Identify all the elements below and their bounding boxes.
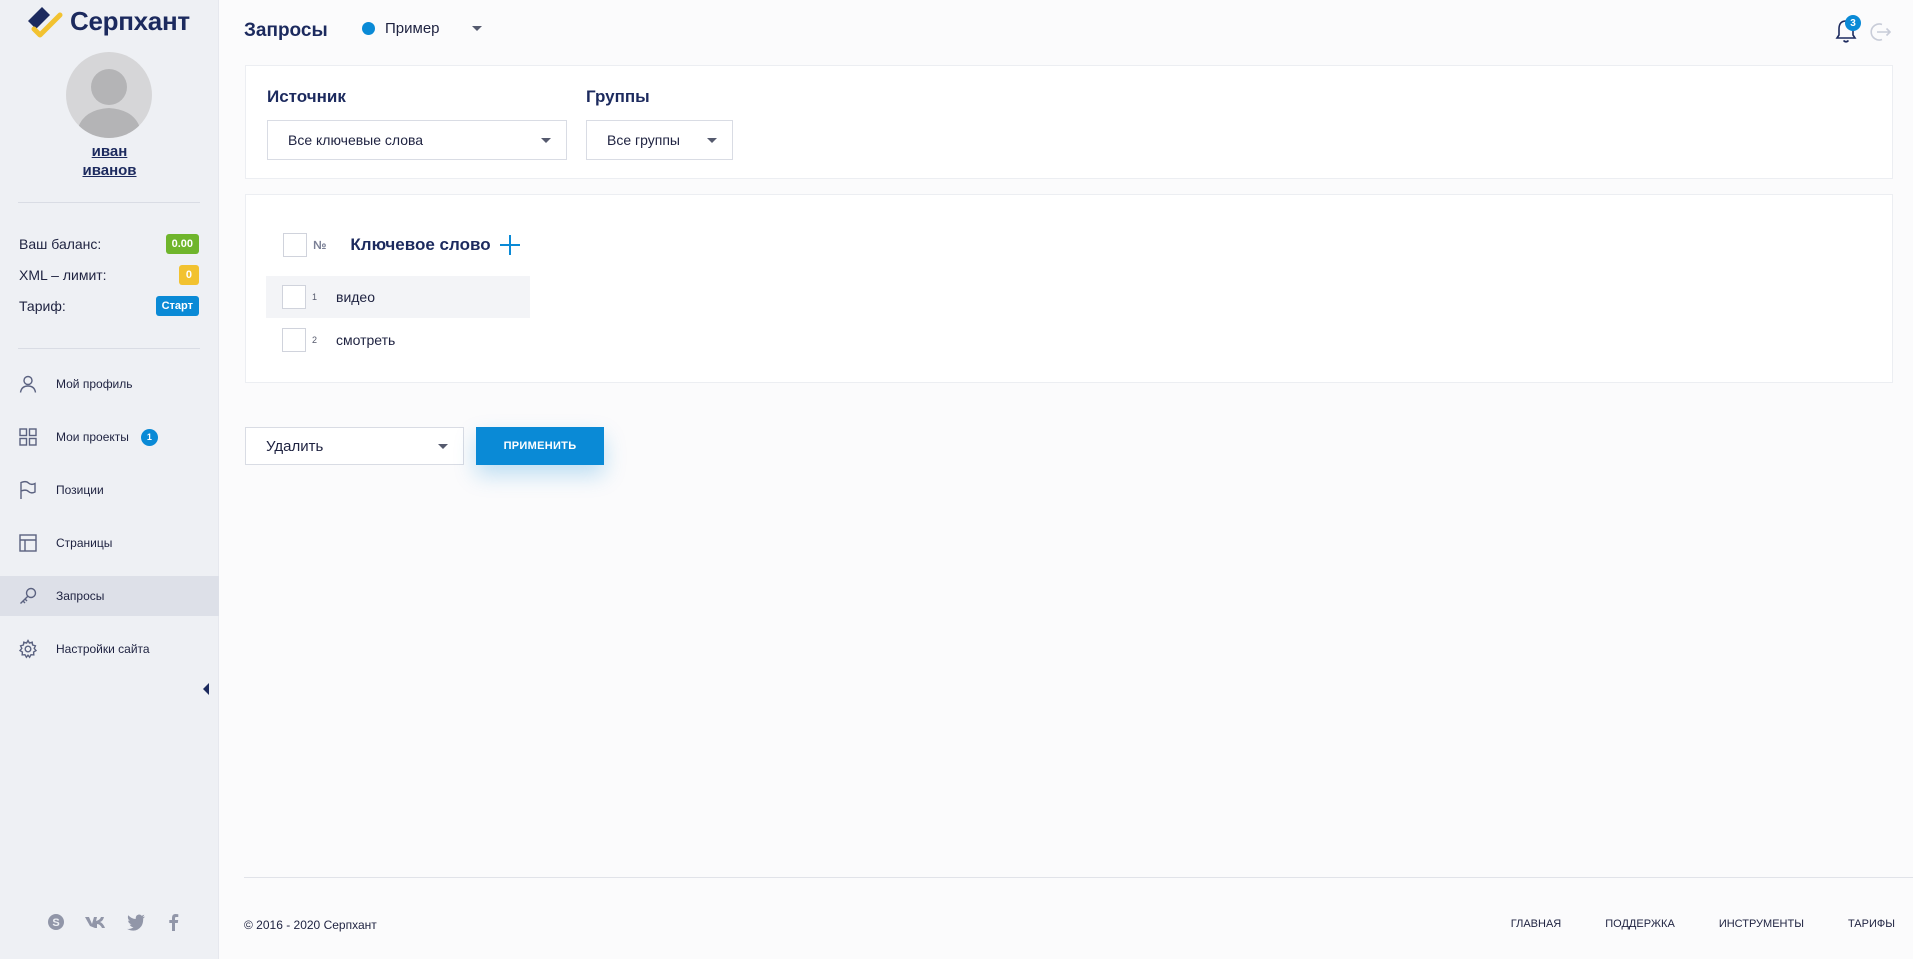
row-checkbox[interactable] [282, 285, 306, 309]
notifications-badge: 3 [1845, 15, 1861, 31]
table-header: № Ключевое слово [283, 233, 521, 257]
bulk-action-value: Удалить [266, 437, 324, 455]
source-select[interactable]: Все ключевые слова [267, 120, 567, 160]
logout-icon[interactable] [1868, 20, 1892, 44]
skype-icon[interactable]: S [46, 912, 66, 932]
select-all-checkbox[interactable] [283, 233, 307, 257]
flag-icon [20, 480, 36, 499]
xml-limit-stat: XML – лимит: 0 [19, 264, 199, 286]
svg-text:S: S [52, 917, 59, 929]
footer-link-support[interactable]: ПОДДЕРЖКА [1605, 918, 1675, 930]
source-label: Источник [267, 87, 346, 106]
footer-divider [244, 877, 1913, 878]
copyright-text: © 2016 - 2020 Серпхант [244, 918, 377, 932]
sidebar-item-label: Мои проекты [56, 430, 129, 444]
collapse-sidebar-icon[interactable] [203, 683, 209, 695]
sidebar-item-profile[interactable]: Мой профиль [0, 364, 219, 404]
table-row[interactable]: 1 видео [266, 276, 530, 318]
logo-text: Серпхант [70, 5, 190, 36]
footer-link-tools[interactable]: ИНСТРУМЕНТЫ [1719, 918, 1804, 930]
user-last-name: иванов [82, 162, 137, 179]
grid-icon [19, 428, 37, 446]
logo-icon [28, 7, 63, 38]
social-links: S [46, 912, 184, 932]
gear-icon [18, 639, 38, 659]
column-header-number: № [313, 238, 327, 252]
sidebar-divider [18, 348, 200, 349]
balance-label: Ваш баланс: [19, 236, 102, 252]
project-status-dot [362, 22, 375, 35]
avatar[interactable] [66, 52, 152, 138]
sidebar-divider [18, 202, 200, 203]
user-name-link[interactable]: иван иванов [0, 142, 219, 180]
balance-stat: Ваш баланс: 0.00 [19, 233, 199, 255]
sidebar: Серпхант иван иванов Ваш баланс: 0.00 XM… [0, 0, 219, 959]
sidebar-item-label: Позиции [56, 483, 104, 497]
avatar-placeholder-icon [76, 69, 142, 138]
sidebar-item-label: Мой профиль [56, 377, 133, 391]
add-keyword-icon[interactable] [499, 234, 521, 256]
vk-icon[interactable] [84, 912, 108, 932]
sidebar-item-label: Запросы [56, 589, 105, 603]
logo[interactable]: Серпхант [24, 2, 190, 40]
projects-count-badge: 1 [140, 428, 158, 446]
row-number: 2 [312, 335, 318, 345]
layout-icon [19, 534, 37, 552]
project-name: Пример [385, 20, 440, 37]
filters-card: Источник Все ключевые слова Группы Все г… [245, 65, 1893, 179]
chevron-down-icon [541, 137, 551, 143]
page-title: Запросы [244, 20, 328, 41]
tariff-badge[interactable]: Старт [155, 296, 199, 316]
table-row[interactable]: 2 смотреть [266, 319, 530, 361]
groups-label: Группы [586, 87, 650, 106]
facebook-icon[interactable] [164, 912, 184, 932]
row-number: 1 [312, 292, 318, 302]
sidebar-item-label: Настройки сайта [56, 642, 150, 656]
groups-select-value: Все группы [607, 132, 680, 148]
row-checkbox[interactable] [282, 328, 306, 352]
key-icon [20, 587, 37, 604]
xml-limit-label: XML – лимит: [19, 267, 107, 283]
user-first-name: иван [91, 143, 128, 160]
chevron-down-icon [707, 137, 717, 143]
tariff-stat: Тариф: Старт [19, 295, 199, 317]
sidebar-item-projects[interactable]: Мои проекты 1 [0, 417, 219, 457]
sidebar-item-site-settings[interactable]: Настройки сайта [0, 629, 219, 669]
chevron-down-icon [438, 443, 448, 449]
row-keyword: смотреть [336, 332, 396, 348]
user-icon [19, 375, 37, 393]
balance-badge: 0.00 [165, 234, 199, 254]
footer-link-tariffs[interactable]: ТАРИФЫ [1848, 918, 1895, 930]
footer-nav: ГЛАВНАЯ ПОДДЕРЖКА ИНСТРУМЕНТЫ ТАРИФЫ [1511, 918, 1895, 930]
tariff-label: Тариф: [19, 298, 66, 314]
sidebar-item-queries[interactable]: Запросы [0, 576, 219, 616]
groups-select[interactable]: Все группы [586, 120, 733, 160]
chevron-down-icon [471, 26, 482, 31]
footer-link-home[interactable]: ГЛАВНАЯ [1511, 918, 1561, 930]
bulk-action-select[interactable]: Удалить [245, 427, 464, 465]
source-select-value: Все ключевые слова [288, 132, 424, 148]
apply-button[interactable]: ПРИМЕНИТЬ [476, 427, 604, 465]
xml-limit-badge: 0 [178, 265, 199, 285]
column-header-keyword: Ключевое слово [350, 235, 491, 254]
sidebar-item-label: Страницы [56, 536, 113, 550]
sidebar-item-positions[interactable]: Позиции [0, 470, 219, 510]
sidebar-item-pages[interactable]: Страницы [0, 523, 219, 563]
twitter-icon[interactable] [126, 912, 146, 932]
project-selector[interactable]: Пример [362, 20, 482, 37]
row-keyword: видео [336, 289, 375, 305]
